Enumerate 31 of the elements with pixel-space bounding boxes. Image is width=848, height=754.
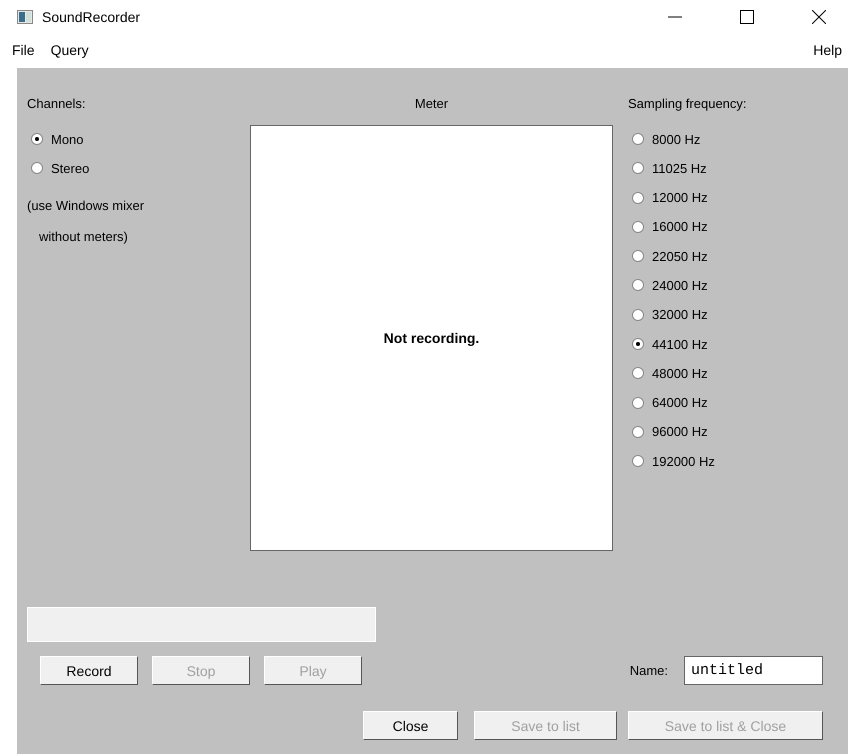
radio-button[interactable]: Mono xyxy=(31,131,84,147)
radio-button[interactable]: 24000 Hz xyxy=(632,277,708,294)
close-icon[interactable] xyxy=(812,10,826,24)
name-field[interactable]: untitled xyxy=(684,656,823,685)
name-label: Name: xyxy=(630,663,668,678)
note-text: without meters) xyxy=(39,228,129,244)
dialog-button[interactable]: Close xyxy=(363,711,458,740)
meter-label: Meter xyxy=(414,96,448,112)
status-text: Not recording. xyxy=(384,330,480,346)
note-text: (use Windows mixer xyxy=(27,198,146,213)
radio-button[interactable]: 11025 Hz xyxy=(632,160,707,176)
maximize-icon[interactable] xyxy=(740,10,754,24)
sampling-label: Sampling frequency: xyxy=(628,96,747,112)
radio-button[interactable]: 48000 Hz xyxy=(632,365,708,382)
menu-item[interactable]: Query xyxy=(50,42,89,58)
transport-button[interactable]: Record xyxy=(40,656,138,685)
radio-button[interactable]: 64000 Hz xyxy=(632,394,708,411)
radio-button[interactable]: 22050 Hz xyxy=(632,248,708,264)
radio-button[interactable]: 32000 Hz xyxy=(632,306,708,323)
window-title: SoundRecorder xyxy=(42,9,140,25)
menu-item[interactable]: File xyxy=(12,42,35,58)
radio-button[interactable]: 192000 Hz xyxy=(632,453,715,470)
radio-button[interactable]: 96000 Hz xyxy=(632,424,708,440)
radio-button[interactable]: Stereo xyxy=(31,160,90,176)
radio-button[interactable]: 8000 Hz xyxy=(632,131,700,147)
app-icon xyxy=(17,10,33,24)
radio-button[interactable]: 44100 Hz xyxy=(632,336,708,352)
radio-button[interactable]: 16000 Hz xyxy=(632,218,708,235)
channels-label: Channels: xyxy=(27,96,87,112)
radio-button[interactable]: 12000 Hz xyxy=(632,190,708,206)
menu-item[interactable]: Help xyxy=(813,42,842,58)
